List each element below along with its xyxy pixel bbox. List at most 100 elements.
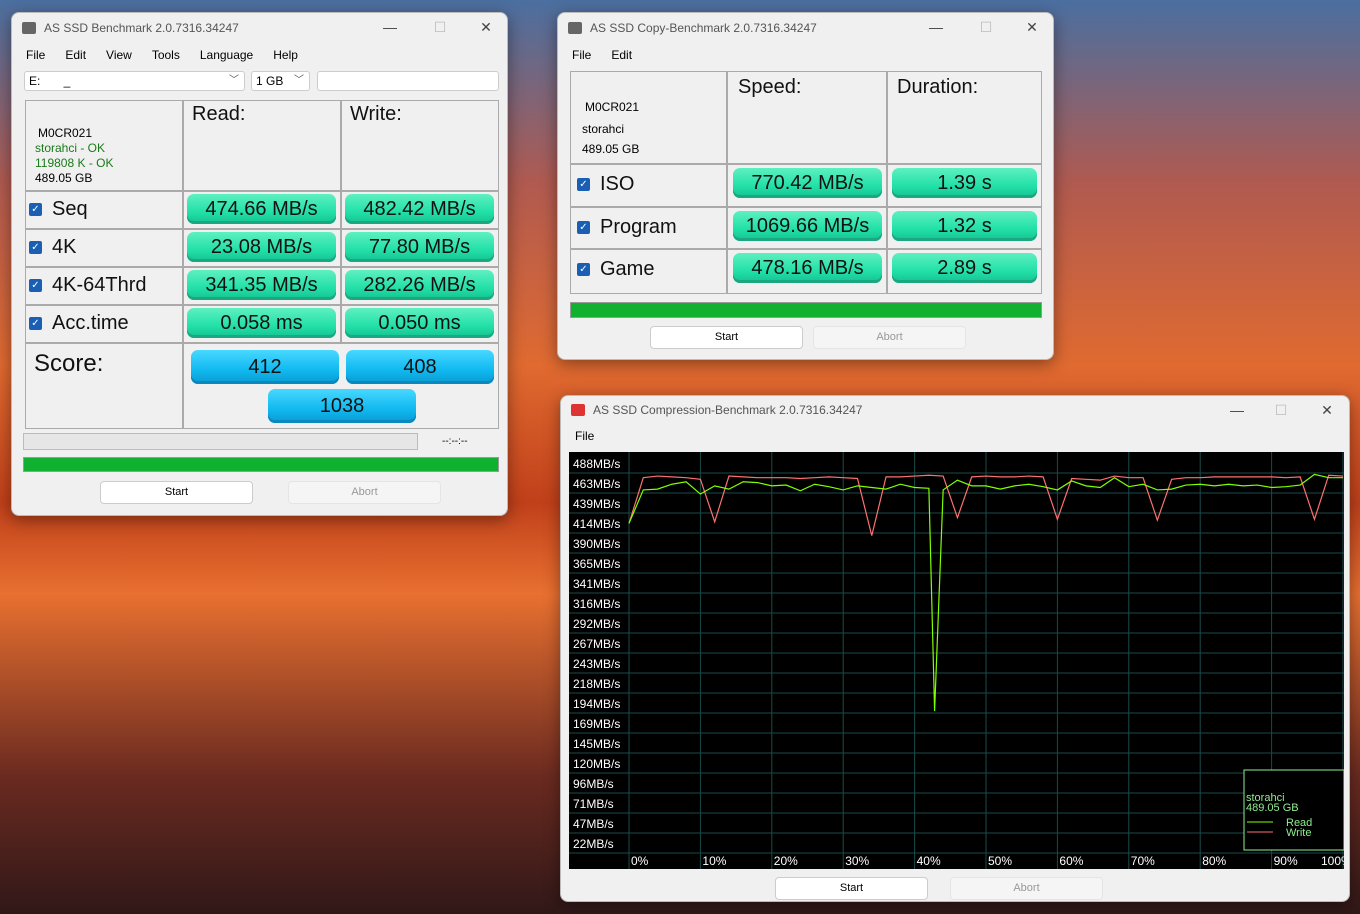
checkbox[interactable]: ✓ — [577, 178, 590, 191]
menu-help[interactable]: Help — [273, 48, 298, 62]
write-result: 0.050 ms — [345, 308, 494, 338]
y-tick-label: 463MB/s — [573, 477, 620, 491]
write-result: 282.26 MB/s — [345, 270, 494, 300]
test-label: 4K — [52, 236, 77, 258]
driver-status: storahci - OK — [35, 141, 106, 155]
write-result: 482.42 MB/s — [345, 194, 494, 224]
close-button[interactable]: ✕ — [476, 19, 496, 36]
speed-result: 1069.66 MB/s — [733, 211, 882, 241]
legend-label: Write — [1286, 827, 1311, 839]
compression-benchmark-window: AS SSD Compression-Benchmark 2.0.7316.34… — [560, 395, 1350, 902]
x-tick-label: 10% — [702, 854, 726, 868]
close-button[interactable]: ✕ — [1317, 402, 1337, 419]
copy-row-2: ✓ Game — [570, 249, 727, 294]
close-button[interactable]: ✕ — [1022, 19, 1042, 36]
score-write: 408 — [346, 350, 494, 384]
menu-file[interactable]: File — [575, 429, 594, 443]
maximize-button[interactable]: ☐ — [430, 19, 450, 36]
copy-row-0: ✓ ISO — [570, 164, 727, 207]
y-tick-label: 243MB/s — [573, 657, 620, 671]
menu-language[interactable]: Language — [200, 48, 253, 62]
write-result: 77.80 MB/s — [345, 232, 494, 262]
size-select[interactable]: 1 GB ﹀ — [251, 71, 310, 91]
compression-chart: 488MB/s 463MB/s 439MB/s 414MB/s 390MB/s 365MB… — [569, 452, 1344, 869]
drive-info: M0CR021 storahci - OK 119808 K - OK 489.… — [25, 100, 183, 191]
score-total: 1038 — [268, 389, 416, 423]
drive-info: M0CR021 storahci 489.05 GB — [570, 71, 727, 164]
overall-progress-bar — [23, 457, 499, 472]
abort-button[interactable]: Abort — [288, 481, 441, 504]
y-tick-label: 71MB/s — [573, 797, 614, 811]
progress-bar — [570, 302, 1042, 318]
minimize-button[interactable]: — — [926, 19, 946, 35]
maximize-button[interactable]: ☐ — [1271, 402, 1291, 419]
maximize-button[interactable]: ☐ — [976, 19, 996, 36]
speed-header: Speed: — [738, 76, 802, 98]
chevron-down-icon: ﹀ — [229, 75, 239, 86]
drive-model: M0CR021 — [585, 100, 640, 114]
x-tick-label: 50% — [988, 854, 1012, 868]
x-tick-label: 100% — [1321, 854, 1344, 868]
start-button[interactable]: Start — [775, 877, 928, 900]
speed-result: 478.16 MB/s — [733, 253, 882, 283]
read-result: 0.058 ms — [187, 308, 336, 338]
copy-benchmark-window: AS SSD Copy-Benchmark 2.0.7316.34247 — ☐… — [557, 12, 1054, 360]
duration-result: 2.89 s — [892, 253, 1037, 283]
legend-capacity: 489.05 GB — [1246, 802, 1299, 814]
x-tick-label: 20% — [774, 854, 798, 868]
score-label-cell: Score: — [25, 343, 183, 429]
benchmark-window: AS SSD Benchmark 2.0.7316.34247 — ☐ ✕ Fi… — [11, 12, 508, 516]
text-field[interactable] — [317, 71, 499, 91]
checkbox[interactable]: ✓ — [29, 279, 42, 292]
y-tick-label: 22MB/s — [573, 837, 614, 851]
x-tick-label: 90% — [1274, 854, 1298, 868]
copy-row-1: ✓ Program — [570, 207, 727, 249]
y-tick-label: 439MB/s — [573, 497, 620, 511]
drive-select[interactable]: E: _ ﹀ — [24, 71, 245, 91]
minimize-button[interactable]: — — [380, 19, 400, 35]
drive-capacity: 489.05 GB — [35, 171, 93, 185]
read-result: 341.35 MB/s — [187, 270, 336, 300]
y-tick-label: 120MB/s — [573, 757, 620, 771]
menu-edit[interactable]: Edit — [611, 48, 632, 62]
write-header-cell: Write: — [341, 100, 499, 191]
read-header: Read: — [192, 103, 246, 125]
y-tick-label: 145MB/s — [573, 737, 620, 751]
drive-icon — [568, 22, 582, 34]
menu-bar: File Edit — [558, 43, 1053, 67]
start-button[interactable]: Start — [100, 481, 253, 504]
duration-header-cell: Duration: — [887, 71, 1042, 164]
drive-capacity: 489.05 GB — [582, 142, 640, 156]
menu-edit[interactable]: Edit — [65, 48, 86, 62]
test-label: Seq — [52, 198, 88, 220]
speed-result: 770.42 MB/s — [733, 168, 882, 198]
checkbox[interactable]: ✓ — [29, 241, 42, 254]
window-title: AS SSD Compression-Benchmark 2.0.7316.34… — [593, 403, 863, 417]
y-tick-label: 267MB/s — [573, 637, 620, 651]
menu-file[interactable]: File — [572, 48, 591, 62]
alignment-status: 119808 K - OK — [35, 156, 114, 170]
x-tick-label: 60% — [1059, 854, 1083, 868]
y-tick-label: 47MB/s — [573, 817, 614, 831]
menu-view[interactable]: View — [106, 48, 132, 62]
elapsed-time: --:--:-- — [442, 436, 468, 447]
checkbox[interactable]: ✓ — [577, 263, 590, 276]
y-tick-label: 169MB/s — [573, 717, 620, 731]
checkbox[interactable]: ✓ — [29, 317, 42, 330]
menu-tools[interactable]: Tools — [152, 48, 180, 62]
duration-header: Duration: — [897, 76, 979, 98]
minimize-button[interactable]: — — [1227, 402, 1247, 418]
abort-button[interactable]: Abort — [813, 326, 966, 349]
drive-value: E: _ — [29, 74, 71, 88]
menu-file[interactable]: File — [26, 48, 45, 62]
write-header: Write: — [350, 103, 402, 125]
checkbox[interactable]: ✓ — [29, 203, 42, 216]
abort-button[interactable]: Abort — [950, 877, 1103, 900]
start-button[interactable]: Start — [650, 326, 803, 349]
checkbox[interactable]: ✓ — [577, 221, 590, 234]
x-tick-label: 40% — [917, 854, 941, 868]
duration-result: 1.39 s — [892, 168, 1037, 198]
driver: storahci — [582, 122, 625, 136]
y-tick-label: 365MB/s — [573, 557, 620, 571]
test-label: Acc.time — [52, 312, 129, 334]
